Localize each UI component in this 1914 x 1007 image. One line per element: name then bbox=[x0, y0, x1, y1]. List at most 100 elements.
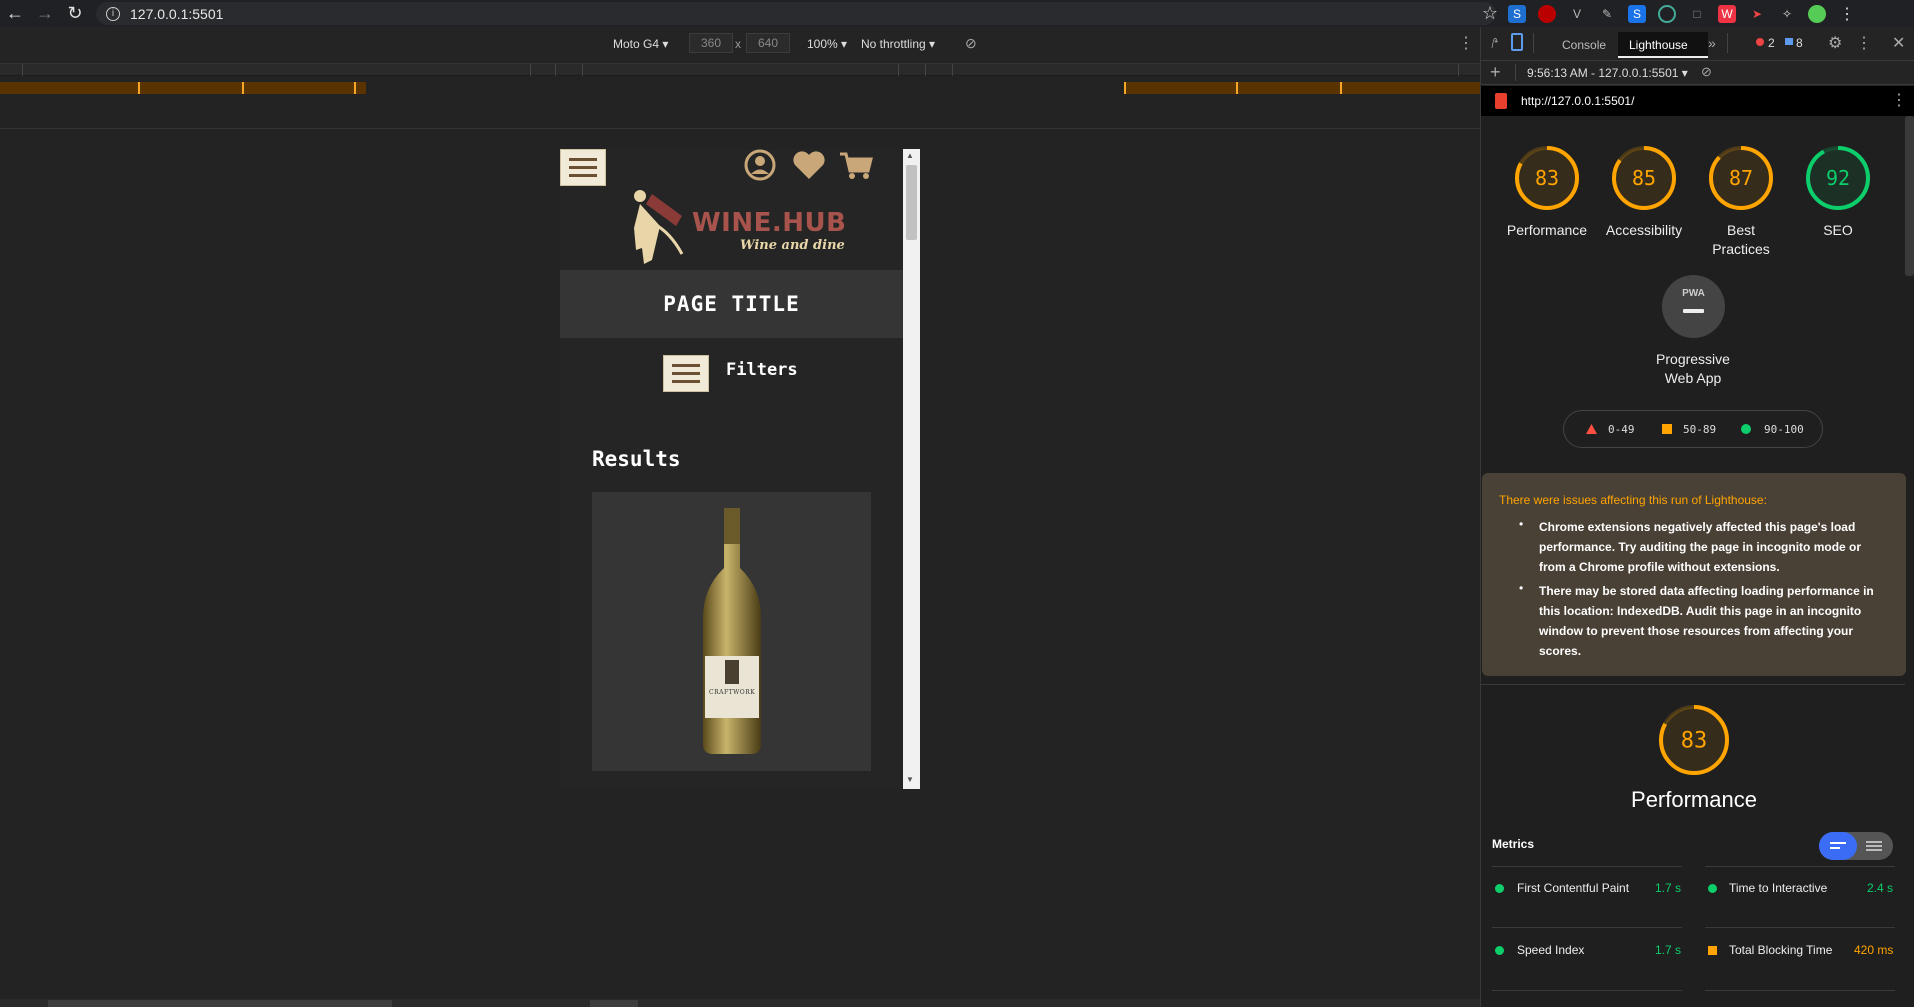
throttling-select[interactable]: No throttling ▾ bbox=[861, 37, 935, 51]
gauge-label-accessibility[interactable]: Accessibility bbox=[1594, 221, 1694, 240]
address-text: 127.0.0.1:5501 bbox=[130, 5, 224, 22]
brand-wordmark: WINE.HUB bbox=[692, 208, 847, 238]
width-input[interactable]: 360 bbox=[689, 33, 733, 53]
gauge-score: 87 bbox=[1729, 166, 1753, 190]
back-icon[interactable]: ← bbox=[0, 0, 30, 27]
extension-icon-v[interactable]: V bbox=[1568, 5, 1586, 23]
legend-pass: 90-100 bbox=[1764, 423, 1804, 436]
gauge-label-performance[interactable]: Performance bbox=[1497, 221, 1597, 240]
gauge-accessibility[interactable]: 85 bbox=[1612, 146, 1676, 210]
gauge-performance[interactable]: 83 bbox=[1515, 146, 1579, 210]
devtools-menu-icon[interactable]: ⋮ bbox=[1856, 33, 1872, 53]
expanded-view-icon[interactable] bbox=[1866, 845, 1882, 847]
address-bar[interactable]: i 127.0.0.1:5501 ☆ bbox=[96, 2, 1498, 25]
devtools-horizontal-scrollbar-thumb[interactable] bbox=[590, 1000, 638, 1007]
device-toggle-icon[interactable] bbox=[1511, 33, 1523, 51]
average-square-icon bbox=[1708, 946, 1717, 955]
new-report-plus-icon[interactable]: + bbox=[1490, 62, 1501, 83]
metrics-view-toggle[interactable] bbox=[1819, 832, 1893, 860]
bottle-label-text: CRAFTWORK bbox=[709, 689, 756, 696]
error-count[interactable]: 2 bbox=[1768, 36, 1775, 50]
extension-icon-html[interactable]: W bbox=[1718, 4, 1736, 23]
breakpoint-tick[interactable] bbox=[1236, 82, 1238, 94]
extension-icon-s[interactable]: S bbox=[1508, 4, 1526, 23]
gauge-seo[interactable]: 92 bbox=[1806, 146, 1870, 210]
report-url[interactable]: http://127.0.0.1:5501/ bbox=[1521, 94, 1634, 108]
tab-lighthouse[interactable]: Lighthouse bbox=[1629, 38, 1688, 52]
warning-item: There may be stored data affecting loadi… bbox=[1539, 584, 1874, 658]
forward-icon[interactable]: → bbox=[30, 0, 60, 27]
extension-icon-pen[interactable]: ✎ bbox=[1598, 5, 1616, 23]
menu-hamburger-button[interactable] bbox=[560, 149, 606, 186]
scroll-down-arrow-icon[interactable]: ▼ bbox=[906, 775, 914, 784]
device-select[interactable]: Moto G4 ▾ bbox=[613, 37, 668, 51]
gauge-score: 92 bbox=[1826, 166, 1850, 190]
breakpoint-tick[interactable] bbox=[354, 82, 356, 94]
clear-reports-icon[interactable]: ⊘ bbox=[1701, 64, 1712, 80]
extensions-puzzle-icon[interactable]: ✧ bbox=[1778, 5, 1796, 23]
report-select[interactable]: 9:56:13 AM - 127.0.0.1:5501 ▾ bbox=[1527, 66, 1688, 80]
page-horizontal-scrollbar-thumb[interactable] bbox=[48, 1000, 392, 1007]
gauge-score: 85 bbox=[1632, 166, 1656, 190]
extension-icon-tag[interactable]: ➤ bbox=[1748, 5, 1766, 23]
breakpoint-tick[interactable] bbox=[242, 82, 244, 94]
media-query-bar-breakpoints[interactable] bbox=[0, 82, 1480, 94]
gauge-label-line: Practices bbox=[1712, 241, 1770, 257]
extension-icon-square[interactable]: S bbox=[1628, 4, 1646, 23]
breakpoint-tick[interactable] bbox=[138, 82, 140, 94]
gauge-score: 83 bbox=[1535, 166, 1559, 190]
tab-console[interactable]: Console bbox=[1562, 38, 1606, 52]
viewport-scrollbar[interactable] bbox=[903, 149, 920, 789]
close-devtools-icon[interactable]: ✕ bbox=[1892, 33, 1905, 53]
performance-gauge-ring[interactable]: 83 bbox=[1659, 705, 1729, 775]
zoom-select[interactable]: 100% ▾ bbox=[807, 37, 847, 51]
report-menu-icon[interactable]: ⋮ bbox=[1891, 90, 1907, 110]
breakpoint-tick[interactable] bbox=[1340, 82, 1342, 94]
inspect-element-icon[interactable]: ⭚ bbox=[1491, 36, 1499, 52]
bookmark-star-icon[interactable]: ☆ bbox=[1482, 3, 1498, 24]
gauge-label-best-practices[interactable]: Best Practices bbox=[1691, 221, 1791, 259]
viewport-scrollbar-thumb[interactable] bbox=[906, 165, 917, 240]
media-query-bar-top[interactable] bbox=[0, 64, 1480, 76]
mq-divider bbox=[582, 64, 583, 76]
pass-circle-icon bbox=[1741, 424, 1751, 434]
expanded-view-icon[interactable] bbox=[1866, 841, 1882, 843]
info-icon[interactable]: i bbox=[106, 6, 120, 21]
gauge-label-seo[interactable]: SEO bbox=[1788, 221, 1888, 240]
rotate-icon[interactable]: ⊘ bbox=[965, 35, 977, 52]
extension-icon-record[interactable] bbox=[1538, 4, 1556, 23]
settings-gear-icon[interactable]: ⚙ bbox=[1828, 33, 1842, 53]
extension-icon-circle[interactable] bbox=[1658, 4, 1676, 23]
gauge-best-practices[interactable]: 87 bbox=[1709, 146, 1773, 210]
reload-icon[interactable]: ↻ bbox=[60, 0, 90, 27]
average-square-icon bbox=[1662, 424, 1672, 434]
pwa-label[interactable]: Progressive Web App bbox=[1643, 350, 1743, 388]
pwa-badge-text: PWA bbox=[1682, 288, 1705, 299]
profile-avatar[interactable] bbox=[1808, 4, 1826, 23]
height-input[interactable]: 640 bbox=[746, 33, 790, 53]
filters-label[interactable]: Filters bbox=[726, 360, 798, 380]
mq-divider bbox=[530, 64, 531, 76]
device-more-icon[interactable]: ⋮ bbox=[1458, 33, 1474, 53]
expanded-view-icon[interactable] bbox=[1866, 849, 1882, 851]
performance-gauge[interactable]: 83 bbox=[1657, 703, 1731, 777]
wishlist-heart-icon[interactable] bbox=[791, 149, 827, 181]
error-count-icon[interactable] bbox=[1756, 38, 1764, 46]
filters-toggle-button[interactable] bbox=[663, 355, 709, 392]
message-count[interactable]: 8 bbox=[1796, 36, 1803, 50]
product-card[interactable]: CRAFTWORK bbox=[592, 492, 871, 771]
message-count-icon[interactable] bbox=[1785, 38, 1793, 45]
chrome-menu-icon[interactable]: ⋮ bbox=[1838, 5, 1856, 23]
user-account-icon[interactable] bbox=[743, 148, 777, 182]
extension-icon-screen[interactable]: □ bbox=[1688, 5, 1706, 23]
breakpoint-tick[interactable] bbox=[1124, 82, 1126, 94]
metric-tbt-label: Total Blocking Time bbox=[1729, 943, 1833, 957]
metric-tti-label: Time to Interactive bbox=[1729, 881, 1828, 895]
run-warnings-box: There were issues affecting this run of … bbox=[1482, 473, 1906, 676]
shopping-cart-icon[interactable] bbox=[838, 151, 874, 181]
more-tabs-icon[interactable]: » bbox=[1708, 35, 1716, 51]
pwa-badge[interactable]: PWA bbox=[1662, 275, 1725, 338]
scroll-up-arrow-icon[interactable]: ▲ bbox=[906, 151, 914, 160]
metrics-compact-view-button[interactable] bbox=[1819, 832, 1857, 860]
device-toolbar: Moto G4 ▾ 360 x 640 100% ▾ No throttling… bbox=[0, 27, 1480, 64]
